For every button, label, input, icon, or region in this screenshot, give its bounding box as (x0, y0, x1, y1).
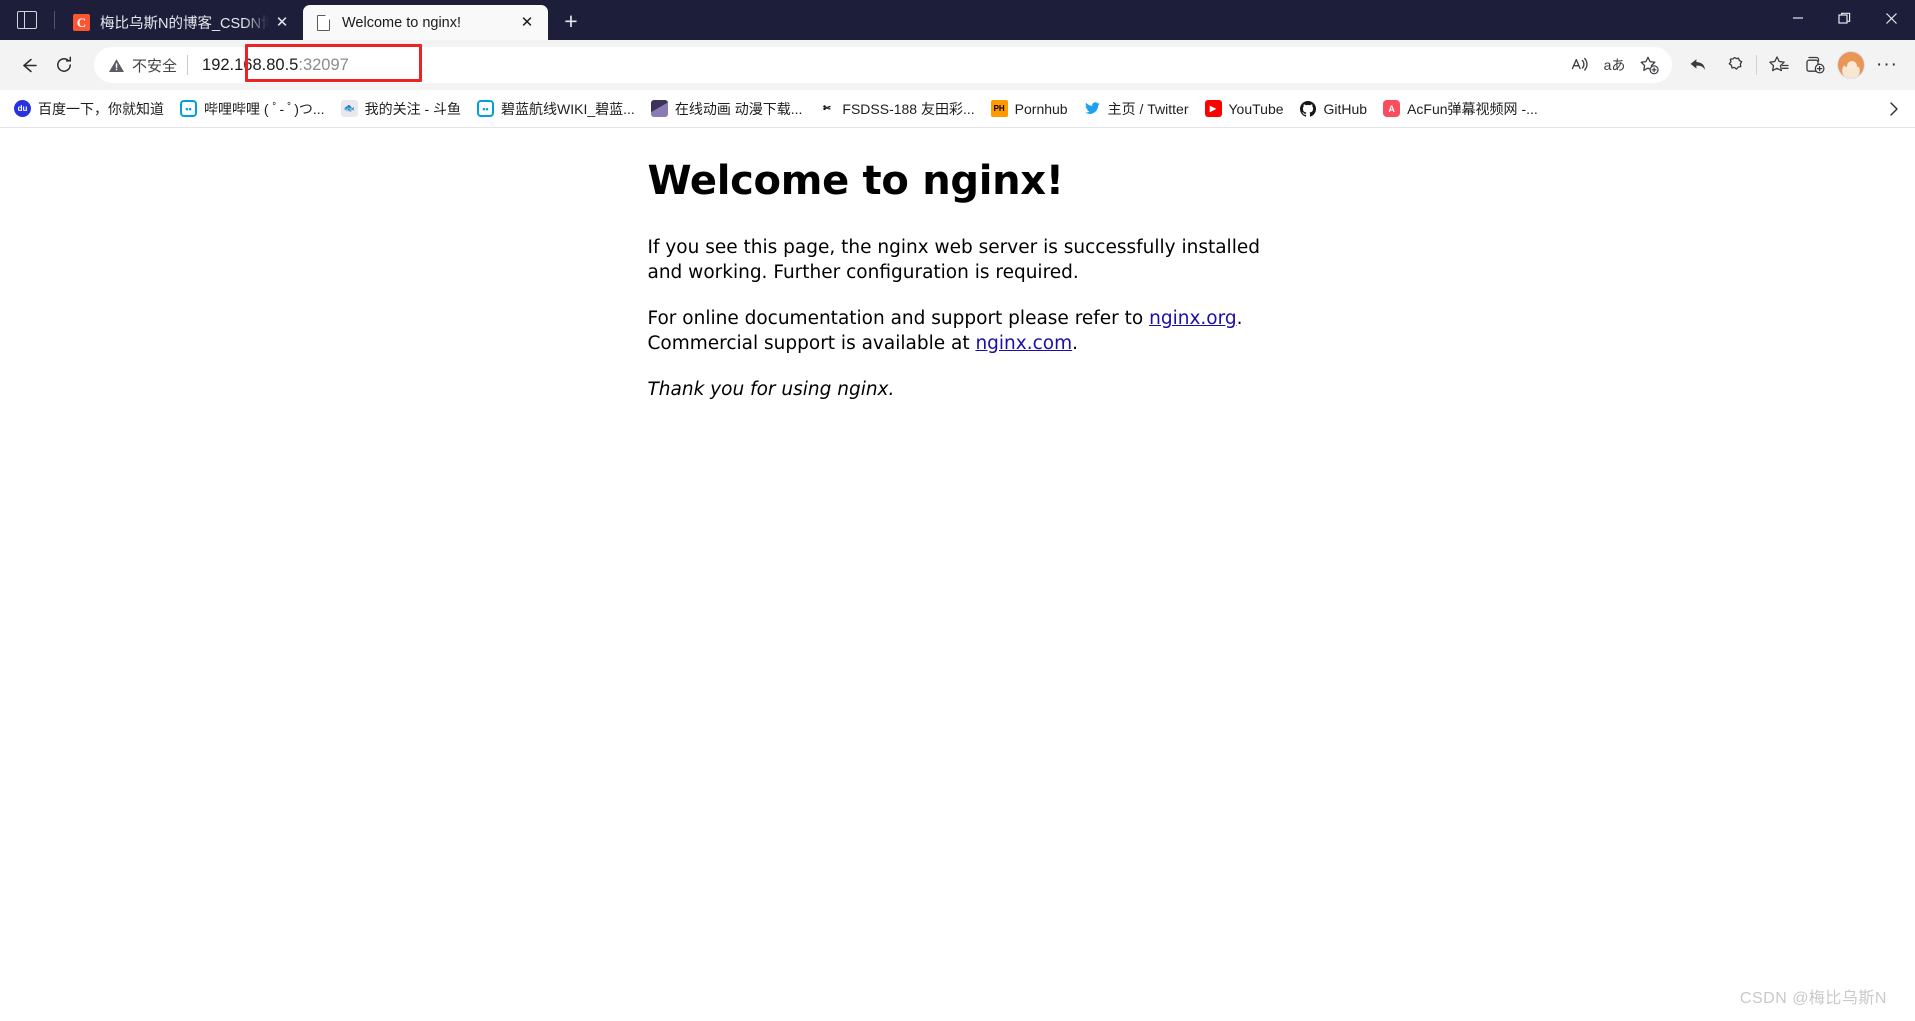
youtube-icon: ▶ (1204, 100, 1222, 117)
bookmark-baidu[interactable]: du 百度一下，你就知道 (6, 94, 172, 124)
bookmark-label: 百度一下，你就知道 (38, 100, 164, 117)
browser-window: C 梅比乌斯N的博客_CSDN博客-领 ✕ Welcome to nginx! … (0, 0, 1915, 1021)
bookmark-fsdss[interactable]: ✄ FSDSS-188 友田彩... (810, 94, 982, 124)
tab-title: 梅比乌斯N的博客_CSDN博客-领 (100, 16, 269, 32)
github-icon (1299, 100, 1317, 117)
read-aloud-icon[interactable] (1563, 50, 1596, 80)
url-host: 192.168.80.5 (202, 55, 299, 74)
bookmark-bilibili[interactable]: •• 哔哩哔哩 ( ﾟ- ﾟ)つ... (172, 94, 333, 124)
tab-list: C 梅比乌斯N的博客_CSDN博客-领 ✕ Welcome to nginx! … (61, 0, 588, 40)
csdn-watermark: CSDN @梅比乌斯N (1739, 990, 1887, 1007)
bookmark-pornhub[interactable]: PH Pornhub (983, 95, 1076, 122)
csdn-favicon: C (73, 14, 90, 31)
tab-title: Welcome to nginx! (342, 14, 462, 31)
link-nginx-com[interactable]: nginx.com (975, 333, 1072, 354)
toolbar-divider (1756, 55, 1757, 75)
bookmark-youtube[interactable]: ▶ YouTube (1197, 95, 1292, 122)
bookmark-label: 主页 / Twitter (1107, 100, 1189, 117)
link-nginx-org[interactable]: nginx.org (1149, 308, 1237, 329)
bookmark-label: 在线动画 动漫下载... (674, 100, 803, 117)
tab-csdn-blog[interactable]: C 梅比乌斯N的博客_CSDN博客-领 ✕ (61, 5, 303, 40)
bookmark-github[interactable]: GitHub (1292, 95, 1376, 122)
bookmark-anime-download[interactable]: 在线动画 动漫下载... (643, 94, 811, 124)
bookmarks-overflow-chevron-icon[interactable] (1879, 94, 1909, 124)
twitter-icon (1083, 100, 1101, 117)
close-button[interactable] (1868, 0, 1915, 36)
anime-icon (650, 100, 668, 117)
document-favicon (315, 14, 332, 31)
bookmark-label: 我的关注 - 斗鱼 (364, 100, 462, 117)
nginx-paragraph-status: If you see this page, the nginx web serv… (647, 237, 1260, 283)
minimize-button[interactable] (1774, 0, 1821, 36)
bookmark-acfun[interactable]: A AcFun弹幕视频网 -... (1375, 94, 1546, 124)
close-icon[interactable]: ✕ (269, 10, 295, 36)
nginx-paragraph-docs: For online documentation and support ple… (648, 307, 1268, 356)
bilibili-icon: •• (477, 100, 495, 117)
page-content: Welcome to nginx! If you see this page, … (0, 128, 1915, 1021)
nginx-welcome-body: Welcome to nginx! If you see this page, … (648, 128, 1268, 403)
acfun-icon: A (1383, 100, 1401, 117)
bookmarks-bar: du 百度一下，你就知道 •• 哔哩哔哩 ( ﾟ- ﾟ)つ... 🐟 我的关注 … (0, 90, 1915, 128)
title-bar: C 梅比乌斯N的博客_CSDN博客-领 ✕ Welcome to nginx! … (0, 0, 1915, 40)
bookmark-label: 碧蓝航线WIKI_碧蓝... (501, 100, 635, 117)
tab-welcome-to-nginx[interactable]: Welcome to nginx! ✕ (303, 5, 548, 40)
pornhub-icon: PH (990, 100, 1008, 117)
address-bar[interactable]: 不安全 192.168.80.5:32097 aあ (94, 47, 1672, 83)
window-controls (1774, 0, 1915, 36)
back-button[interactable] (10, 47, 46, 83)
bilibili-icon: •• (180, 100, 197, 117)
fsdss-icon: ✄ (818, 100, 836, 117)
settings-and-more-button[interactable]: ··· (1869, 47, 1905, 83)
bookmark-label: GitHub (1323, 100, 1368, 117)
profile-avatar-button[interactable] (1833, 47, 1869, 83)
avatar (1837, 51, 1865, 79)
bookmark-label: YouTube (1228, 100, 1284, 117)
translate-icon[interactable]: aあ (1598, 50, 1631, 80)
address-bar-actions: aあ (1563, 50, 1666, 80)
warning-triangle-icon (108, 57, 125, 74)
tab-actions-icon (17, 11, 37, 29)
navigation-toolbar: 不安全 192.168.80.5:32097 aあ ··· (0, 40, 1915, 90)
add-tabs-to-collections-icon[interactable] (1797, 47, 1833, 83)
security-status-text: 不安全 (132, 57, 178, 75)
bookmark-label: AcFun弹幕视频网 -... (1407, 100, 1538, 117)
docs-text-pre: For online documentation and support ple… (647, 308, 1150, 330)
bookmark-twitter[interactable]: 主页 / Twitter (1076, 94, 1197, 124)
add-favorite-icon[interactable] (1633, 50, 1666, 80)
page-title: Welcome to nginx! (647, 158, 1065, 204)
bookmark-label: Pornhub (1014, 100, 1068, 117)
tabstrip-divider (54, 11, 55, 29)
close-icon[interactable]: ✕ (514, 10, 540, 36)
baidu-icon: du (14, 100, 31, 117)
undo-arrow-icon[interactable] (1680, 47, 1716, 83)
tab-actions-button[interactable] (0, 0, 54, 40)
collections-puzzle-icon[interactable] (1716, 47, 1752, 83)
security-badge[interactable]: 不安全 (108, 55, 187, 76)
bookmark-label: FSDSS-188 友田彩... (842, 100, 975, 117)
refresh-button[interactable] (46, 47, 82, 83)
bookmark-azur-lane-wiki[interactable]: •• 碧蓝航线WIKI_碧蓝... (469, 94, 643, 124)
bookmark-label: 哔哩哔哩 ( ﾟ- ﾟ)つ... (204, 100, 325, 117)
url-text[interactable]: 192.168.80.5:32097 (188, 56, 1563, 75)
favorites-icon[interactable] (1761, 47, 1797, 83)
new-tab-button[interactable]: + (554, 4, 588, 38)
restore-button[interactable] (1821, 0, 1868, 36)
douyu-icon: 🐟 (340, 100, 358, 117)
nginx-paragraph-thanks: Thank you for using nginx. (647, 379, 895, 401)
docs-text-post: . (1072, 332, 1079, 354)
url-port: :32097 (298, 55, 349, 74)
bookmark-douyu[interactable]: 🐟 我的关注 - 斗鱼 (333, 94, 469, 124)
